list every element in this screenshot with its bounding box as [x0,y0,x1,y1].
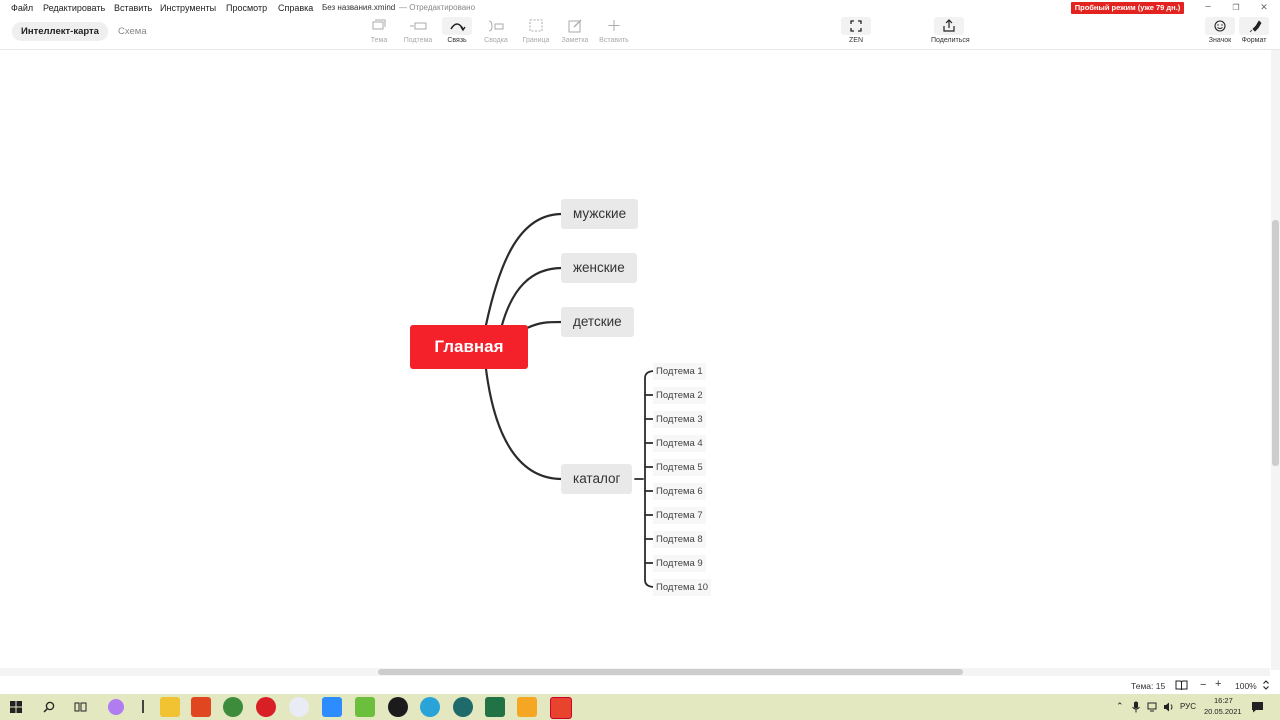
network-icon[interactable] [1147,701,1159,713]
windows-taskbar: ⌃ РУС 16:27 20.05.2021 [0,694,1280,720]
subtopic-7[interactable]: Подтема 7 [653,507,706,524]
opera-icon[interactable] [256,697,276,717]
search-icon[interactable] [43,701,55,713]
subtopic-10[interactable]: Подтема 10 [653,579,711,596]
speaker-icon[interactable] [1163,701,1175,713]
zoom-level[interactable]: 100% [1235,681,1257,691]
telegram-icon[interactable] [420,697,440,717]
status-bar: Тема: 15 − + 100% [0,676,1280,694]
clock-time[interactable]: 16:27 [1214,696,1233,705]
task-view-icon[interactable] [74,701,87,713]
notifications-icon[interactable] [1251,701,1264,713]
tray-expand-icon[interactable]: ⌃ [1116,701,1124,712]
topic-count: Тема: 15 [1131,681,1166,691]
branch-muzhskie[interactable]: мужские [561,199,639,229]
subtopic-2[interactable]: Подтема 2 [653,387,706,404]
validator-app-icon[interactable] [517,697,537,717]
branch-katalog[interactable]: каталог [561,464,633,494]
windows-start-icon[interactable] [10,701,22,713]
microphone-icon[interactable] [1131,701,1141,713]
file-explorer-icon[interactable] [160,697,180,717]
connector-detskie [525,320,564,330]
vpn-app-icon[interactable] [453,697,473,717]
xmind-app-icon[interactable] [388,697,408,717]
subtopic-9[interactable]: Подтема 9 [653,555,706,572]
xmind-active-window-icon[interactable] [550,697,572,719]
subtopic-8[interactable]: Подтема 8 [653,531,706,548]
book-icon[interactable] [1175,679,1188,691]
alice-app-icon[interactable] [108,699,124,715]
subtopic-1[interactable]: Подтема 1 [653,363,706,380]
subtopic-5[interactable]: Подтема 5 [653,459,706,476]
subtopic-6[interactable]: Подтема 6 [653,483,706,500]
subtopic-4[interactable]: Подтема 4 [653,435,706,452]
central-topic[interactable]: Главная [410,325,528,369]
zoom-out-button[interactable]: − [1200,679,1206,691]
taskbar-separator [142,700,144,713]
zoom-stepper-icon[interactable] [1262,679,1270,691]
language-indicator[interactable]: РУС [1180,702,1196,711]
excel-icon[interactable] [485,697,505,717]
connector-lines [484,212,656,588]
connector-katalog [484,367,564,481]
chrome-icon[interactable] [223,697,243,717]
android-app-icon[interactable] [355,697,375,717]
connector-zhenskie [500,266,564,327]
zoom-in-button[interactable]: + [1215,678,1221,690]
office-icon[interactable] [191,697,211,717]
vertical-scroll-thumb[interactable] [1272,220,1279,466]
zoom-app-icon[interactable] [322,697,342,717]
branch-detskie[interactable]: детские [561,307,634,337]
horizontal-scroll-thumb[interactable] [378,669,963,675]
subtopic-3[interactable]: Подтема 3 [653,411,706,428]
yandex-browser-icon[interactable] [289,697,309,717]
clock-date[interactable]: 20.05.2021 [1204,707,1242,716]
branch-zhenskie[interactable]: женские [561,253,637,283]
